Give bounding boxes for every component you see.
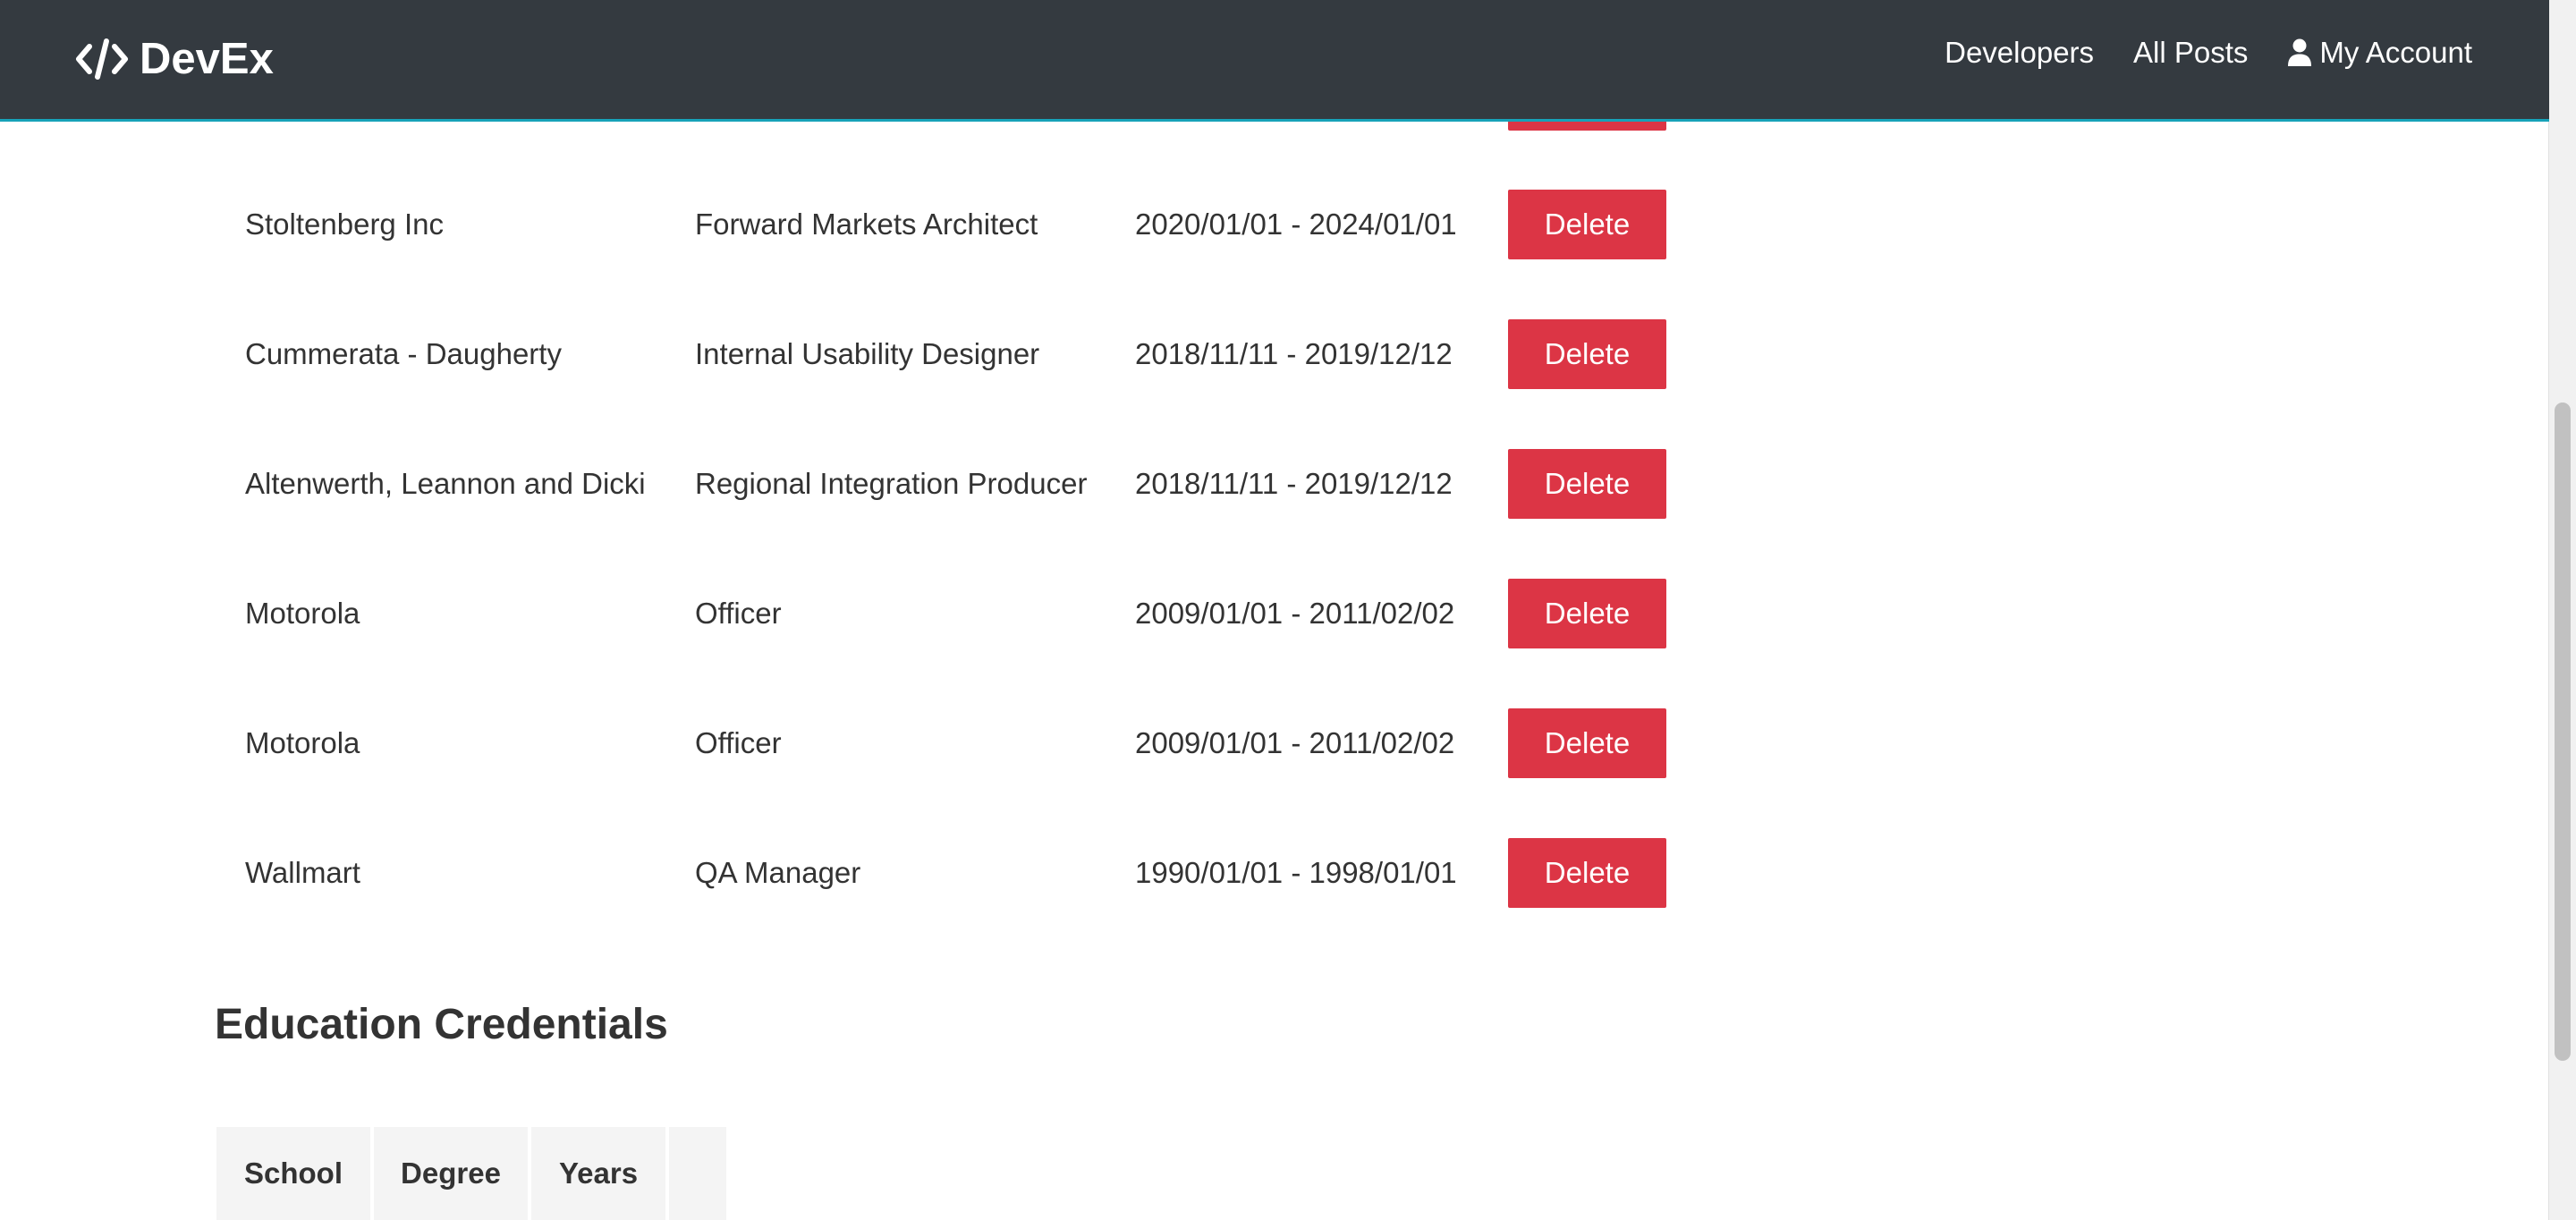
education-table-header: School Degree Years xyxy=(216,1127,726,1220)
company-cell: Wallmart xyxy=(245,855,360,889)
table-row: Motorola Officer 2009/01/01 - 2011/02/02… xyxy=(215,548,1682,678)
years-cell: 2009/01/01 - 2011/02/02 xyxy=(1135,596,1455,630)
delete-button[interactable]: Delete xyxy=(1508,189,1666,259)
column-header-action xyxy=(669,1127,726,1220)
years-cell: 2020/01/01 - 2024/01/01 xyxy=(1135,207,1457,241)
column-header-years: Years xyxy=(531,1127,665,1220)
table-row: Motorola Officer 2009/01/01 - 2011/02/02… xyxy=(215,678,1682,808)
company-cell: Stoltenberg Inc xyxy=(245,207,444,241)
title-cell: Internal Usability Designer xyxy=(695,336,1040,370)
navbar: DevEx Developers All Posts My Account xyxy=(0,0,2549,122)
nav-link-label: Developers xyxy=(1945,36,2095,69)
delete-button[interactable]: Delete xyxy=(1508,318,1666,389)
years-cell: 1990/01/01 - 1998/01/01 xyxy=(1135,855,1457,889)
years-cell: 2018/11/11 - 2019/12/12 xyxy=(1135,466,1453,500)
table-row: Stoltenberg Inc Forward Markets Architec… xyxy=(215,159,1682,289)
nav-links: Developers All Posts My Account xyxy=(1945,36,2472,70)
scrollbar-thumb[interactable] xyxy=(2555,402,2571,1061)
table-row: Altenwerth, Leannon and Dicki Regional I… xyxy=(215,419,1682,548)
company-cell: Motorola xyxy=(245,596,360,630)
action-cell: Delete xyxy=(1508,678,1666,808)
years-cell: 2009/01/01 - 2011/02/02 xyxy=(1135,725,1455,759)
nav-link-all-posts[interactable]: All Posts xyxy=(2133,36,2248,70)
delete-button[interactable]: Delete xyxy=(1508,837,1666,908)
table-row: Cummerata - Daugherty Internal Usability… xyxy=(215,289,1682,419)
title-cell: Regional Integration Producer xyxy=(695,466,1088,500)
title-cell: Forward Markets Architect xyxy=(695,207,1038,241)
page: DevEx Developers All Posts My Account St… xyxy=(0,0,2576,1220)
code-icon xyxy=(76,38,128,80)
nav-link-developers[interactable]: Developers xyxy=(1945,36,2094,70)
brand-link[interactable]: DevEx xyxy=(75,32,274,86)
action-cell: Delete xyxy=(1508,419,1666,548)
delete-button[interactable]: Delete xyxy=(1508,578,1666,648)
user-icon xyxy=(2288,38,2312,66)
column-header-school: School xyxy=(216,1127,370,1220)
delete-button[interactable]: Delete xyxy=(1508,448,1666,519)
action-cell: Delete xyxy=(1508,159,1666,289)
delete-button[interactable]: Delete xyxy=(1508,707,1666,778)
nav-link-my-account[interactable]: My Account xyxy=(2287,36,2472,70)
company-cell: Motorola xyxy=(245,725,360,759)
column-header-degree: Degree xyxy=(374,1127,528,1220)
action-cell: Delete xyxy=(1508,808,1666,937)
years-cell: 2018/11/11 - 2019/12/12 xyxy=(1135,336,1453,370)
company-cell: Altenwerth, Leannon and Dicki xyxy=(245,466,646,500)
table-row: Wallmart QA Manager 1990/01/01 - 1998/01… xyxy=(215,808,1682,937)
scrollbar[interactable] xyxy=(2548,0,2576,1220)
nav-link-label: All Posts xyxy=(2133,36,2249,69)
nav-link-label: My Account xyxy=(2319,36,2472,69)
brand-name: DevEx xyxy=(140,35,274,83)
title-cell: Officer xyxy=(695,596,782,630)
action-cell: Delete xyxy=(1508,289,1666,419)
experience-table: Stoltenberg Inc Forward Markets Architec… xyxy=(215,159,1682,937)
company-cell: Cummerata - Daugherty xyxy=(245,336,562,370)
title-cell: Officer xyxy=(695,725,782,759)
title-cell: QA Manager xyxy=(695,855,861,889)
education-title: Education Credentials xyxy=(215,1001,668,1048)
action-cell: Delete xyxy=(1508,548,1666,678)
